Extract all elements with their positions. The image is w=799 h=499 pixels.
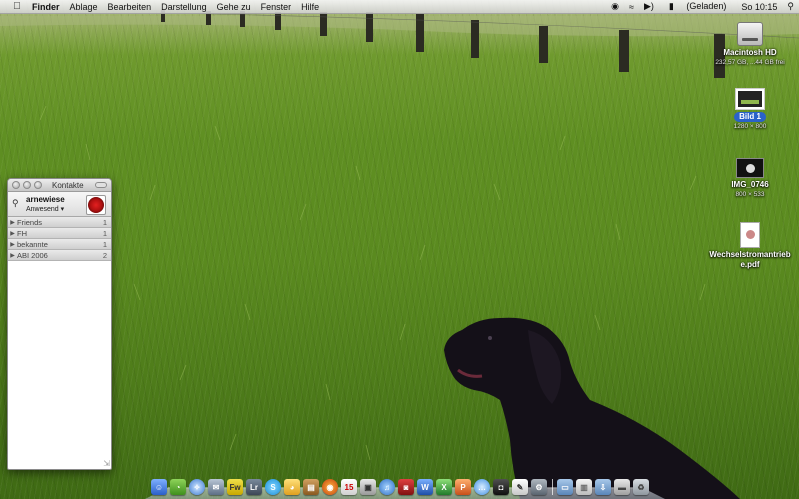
menu-clock[interactable]: So 10:15 <box>736 2 782 12</box>
menu-fenster[interactable]: Fenster <box>256 2 297 12</box>
menu-ablage[interactable]: Ablage <box>65 2 103 12</box>
trash-icon[interactable]: ♻ <box>633 479 649 495</box>
avatar[interactable] <box>86 195 106 215</box>
group-row-fh[interactable]: ▶ FH 1 <box>8 228 111 239</box>
menu-bearbeiten[interactable]: Bearbeiten <box>103 2 157 12</box>
desktop-item-label: Macintosh HD <box>723 48 777 57</box>
menu-gehe-zu[interactable]: Gehe zu <box>212 2 256 12</box>
menu-darstellung[interactable]: Darstellung <box>156 2 212 12</box>
desktop-item-bild-1[interactable]: Bild 1 1280 × 800 <box>702 88 798 131</box>
desktop-item-label-line2: e.pdf <box>740 260 760 269</box>
finder-icon[interactable]: ☺ <box>151 479 167 495</box>
desktop-item-info: 232,57 GB, ...44 GB frei <box>715 59 785 66</box>
account-name: arnewiese <box>26 195 65 204</box>
hard-drive-icon <box>737 22 763 46</box>
window-titlebar[interactable]: Kontakte <box>8 179 111 192</box>
group-count: 1 <box>102 228 107 238</box>
resize-grip-icon[interactable]: ⇲ <box>103 459 110 468</box>
minimize-button[interactable] <box>23 181 31 189</box>
desktop-item-label: IMG_0746 <box>731 180 769 189</box>
dock: ☺ ◔ ✧ ✉ Fw Lr S ◕ ▤ ◉ 15 ▣ ♫ ◙ W X P … ◘… <box>145 471 665 499</box>
disclosure-triangle-icon[interactable]: ▶ <box>8 252 17 259</box>
address-book-icon[interactable]: ▤ <box>303 479 319 495</box>
desktop-item-macintosh-hd[interactable]: Macintosh HD 232,57 GB, ...44 GB frei <box>702 22 798 67</box>
folder-icon[interactable]: ▭ <box>557 479 573 495</box>
drive-icon[interactable]: ▬ <box>614 479 630 495</box>
safari-icon[interactable]: ✧ <box>189 479 205 495</box>
dock-icons: ☺ ◔ ✧ ✉ Fw Lr S ◕ ▤ ◉ 15 ▣ ♫ ◙ W X P … ◘… <box>151 479 652 495</box>
menu-extras: ◉ ≈ ▶) ▮ (Geladen) So 10:15 ⚲ <box>606 1 799 12</box>
wifi-icon[interactable]: ≈ <box>624 2 639 12</box>
desktop-item-info: 1280 × 800 <box>733 123 767 130</box>
group-row-abi-2006[interactable]: ▶ ABI 2006 2 <box>8 250 111 261</box>
desktop-item-info: 800 × 533 <box>735 191 765 198</box>
group-label: ABI 2006 <box>17 250 48 260</box>
group-row-bekannte[interactable]: ▶ bekannte 1 <box>8 239 111 250</box>
time-machine-icon[interactable]: ◉ <box>606 1 624 12</box>
system-preferences-icon[interactable]: ⚙ <box>531 479 547 495</box>
battery-icon: ▮ <box>668 1 674 11</box>
account-panel: ⚲ arnewiese Anwesend ▾ <box>8 192 111 217</box>
textedit-icon[interactable]: ✎ <box>512 479 528 495</box>
status-dropdown[interactable]: Anwesend ▾ <box>26 205 64 213</box>
spotlight-icon[interactable]: ⚲ <box>782 1 799 12</box>
group-label: Friends <box>17 217 43 227</box>
menu-finder[interactable]: Finder <box>28 2 65 12</box>
excel-icon[interactable]: X <box>436 479 452 495</box>
documents-icon[interactable]: ▥ <box>576 479 592 495</box>
contacts-window: Kontakte ⚲ arnewiese Anwesend ▾ ▶ Friend… <box>7 178 112 470</box>
dock-separator <box>552 479 553 495</box>
downloads-icon[interactable]: ⇩ <box>595 479 611 495</box>
battery-status[interactable]: ▮ (Geladen) <box>659 1 737 12</box>
desktop-item-label: Wechselstromantrieb <box>709 250 791 259</box>
preview-icon[interactable]: ▣ <box>360 479 376 495</box>
disclosure-triangle-icon[interactable]: ▶ <box>8 241 17 248</box>
apple-menu-icon[interactable]:  <box>6 1 28 12</box>
photo-booth-icon[interactable]: ◙ <box>398 479 414 495</box>
menu-bar:  Finder Ablage Bearbeiten Darstellung G… <box>0 0 799 14</box>
group-count: 1 <box>102 239 107 249</box>
camera-icon[interactable]: ◘ <box>493 479 509 495</box>
photo-thumbnail-icon <box>736 158 764 178</box>
close-button[interactable] <box>12 181 20 189</box>
skype-icon[interactable]: S <box>265 479 281 495</box>
word-icon[interactable]: W <box>417 479 433 495</box>
dashboard-icon[interactable]: ◔ <box>170 479 186 495</box>
zoom-button[interactable] <box>34 181 42 189</box>
desktop-wallpaper <box>0 0 799 499</box>
mail-icon[interactable]: ✉ <box>208 479 224 495</box>
group-count: 2 <box>102 250 107 260</box>
itunes-icon[interactable]: ♫ <box>379 479 395 495</box>
volume-icon[interactable]: ▶) <box>639 1 659 12</box>
ichat-icon[interactable]: … <box>474 479 490 495</box>
menu-hilfe[interactable]: Hilfe <box>296 2 324 12</box>
battery-label: (Geladen) <box>686 1 727 11</box>
disclosure-triangle-icon[interactable]: ▶ <box>8 219 17 226</box>
ical-icon[interactable]: 15 <box>341 479 357 495</box>
group-label: FH <box>17 228 27 238</box>
group-row-friends[interactable]: ▶ Friends 1 <box>8 217 111 228</box>
powerpoint-icon[interactable]: P <box>455 479 471 495</box>
disclosure-triangle-icon[interactable]: ▶ <box>8 230 17 237</box>
desktop-item-label: Bild 1 <box>734 112 766 122</box>
desktop-item-pdf[interactable]: Wechselstromantrieb e.pdf <box>702 222 798 270</box>
window-title: Kontakte <box>52 181 84 190</box>
avatar-image <box>88 197 104 213</box>
desktop-item-img-0746[interactable]: IMG_0746 800 × 533 <box>702 158 798 199</box>
toolbar-toggle-button[interactable] <box>95 182 107 188</box>
image-thumbnail-icon <box>735 88 765 110</box>
fireworks-icon[interactable]: Fw <box>227 479 243 495</box>
adium-icon[interactable]: ◕ <box>284 479 300 495</box>
search-icon[interactable]: ⚲ <box>12 198 19 209</box>
pdf-document-icon <box>740 222 760 248</box>
lightroom-icon[interactable]: Lr <box>246 479 262 495</box>
group-count: 1 <box>102 217 107 227</box>
group-label: bekannte <box>17 239 48 249</box>
firefox-icon[interactable]: ◉ <box>322 479 338 495</box>
